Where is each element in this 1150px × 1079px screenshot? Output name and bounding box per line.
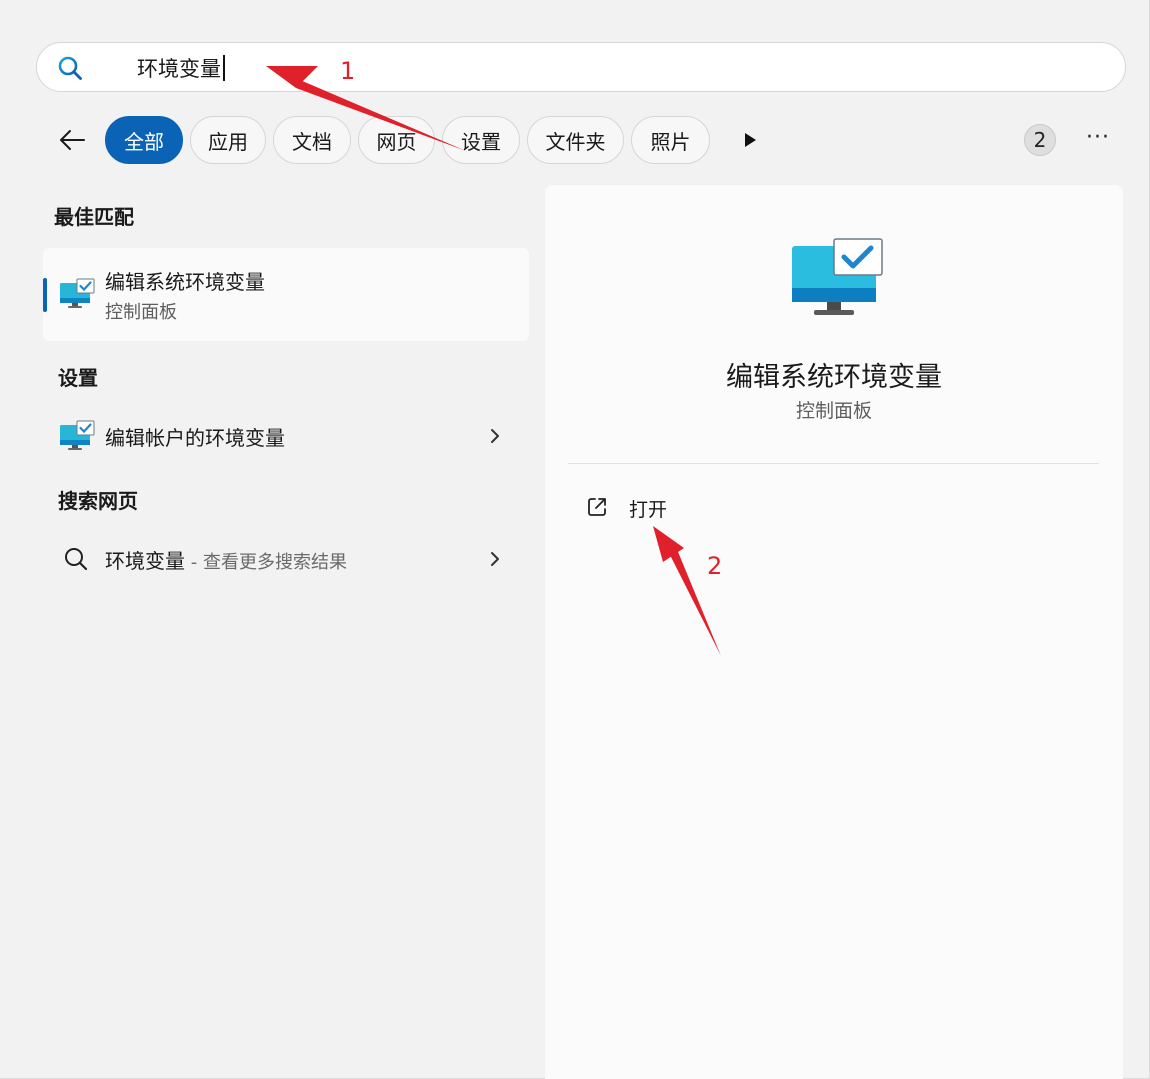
- best-match-subtitle: 控制面板: [105, 302, 177, 323]
- filter-chip-label: 应用: [208, 129, 248, 154]
- web-result-label: 环境变量 - 查看更多搜索结果: [105, 545, 347, 574]
- best-match-result[interactable]: 编辑系统环境变量 控制面板: [43, 248, 529, 341]
- detail-subtitle: 控制面板: [795, 400, 872, 422]
- open-external-icon: [588, 498, 606, 516]
- annotation-label-2: 2: [707, 552, 723, 580]
- filter-chip-folders[interactable]: 文件夹: [527, 116, 624, 164]
- filter-chip-label: 全部: [124, 129, 164, 154]
- web-result-hint: - 查看更多搜索结果: [185, 552, 347, 573]
- monitor-check-icon: [60, 420, 95, 450]
- detail-panel: 编辑系统环境变量 控制面板 打开: [545, 185, 1123, 1079]
- filter-chip-label: 照片: [650, 129, 691, 154]
- chevron-right-icon: [491, 552, 499, 566]
- detail-title: 编辑系统环境变量: [726, 362, 942, 393]
- filter-chip-label: 网页: [376, 129, 417, 154]
- count-badge-value: 2: [1033, 128, 1047, 152]
- filter-chip-apps[interactable]: 应用: [190, 116, 266, 164]
- divider: [568, 463, 1099, 464]
- open-action-label: 打开: [629, 499, 668, 521]
- best-match-heading: 最佳匹配: [54, 205, 134, 229]
- selection-indicator: [43, 278, 47, 312]
- play-right-icon[interactable]: [740, 128, 760, 152]
- ellipsis-icon: ···: [1086, 125, 1110, 150]
- filter-chip-documents[interactable]: 文档: [273, 116, 351, 164]
- filter-chip-all[interactable]: 全部: [105, 116, 183, 164]
- search-window: 环境变量 全部 应用 文档 网页 设置 文件夹 照片 2 ··· 最佳匹配 编辑…: [0, 0, 1150, 1079]
- filter-chip-settings[interactable]: 设置: [442, 116, 520, 164]
- search-icon: [65, 548, 88, 571]
- arrow-left-icon: [60, 130, 85, 150]
- annotation-label-1: 1: [340, 57, 356, 85]
- best-match-title: 编辑系统环境变量: [105, 270, 265, 294]
- filter-chip-label: 文件夹: [545, 129, 606, 154]
- search-bar[interactable]: 环境变量: [36, 42, 1126, 92]
- web-result-row[interactable]: 环境变量 - 查看更多搜索结果: [43, 531, 529, 587]
- chevron-right-icon: [491, 429, 499, 443]
- filter-chip-photos[interactable]: 照片: [631, 116, 710, 164]
- open-action-button[interactable]: 打开: [581, 491, 741, 523]
- filter-chip-web[interactable]: 网页: [358, 116, 435, 164]
- more-options-button[interactable]: ···: [1082, 125, 1114, 152]
- settings-result-row[interactable]: 编辑帐户的环境变量: [43, 408, 529, 464]
- settings-result-label: 编辑帐户的环境变量: [105, 426, 285, 450]
- search-query: 环境变量: [137, 57, 221, 81]
- monitor-check-icon: [792, 238, 883, 315]
- filter-chip-label: 设置: [461, 129, 501, 154]
- monitor-check-icon: [60, 278, 95, 308]
- rewards-count-badge[interactable]: 2: [1024, 124, 1056, 156]
- text-caret: [223, 55, 225, 81]
- filter-chip-label: 文档: [292, 129, 332, 154]
- web-result-query: 环境变量: [105, 549, 185, 573]
- search-icon: [58, 56, 82, 80]
- web-search-heading: 搜索网页: [58, 489, 138, 513]
- back-button[interactable]: [54, 122, 90, 158]
- search-input[interactable]: 环境变量: [137, 53, 225, 83]
- settings-heading: 设置: [58, 366, 98, 390]
